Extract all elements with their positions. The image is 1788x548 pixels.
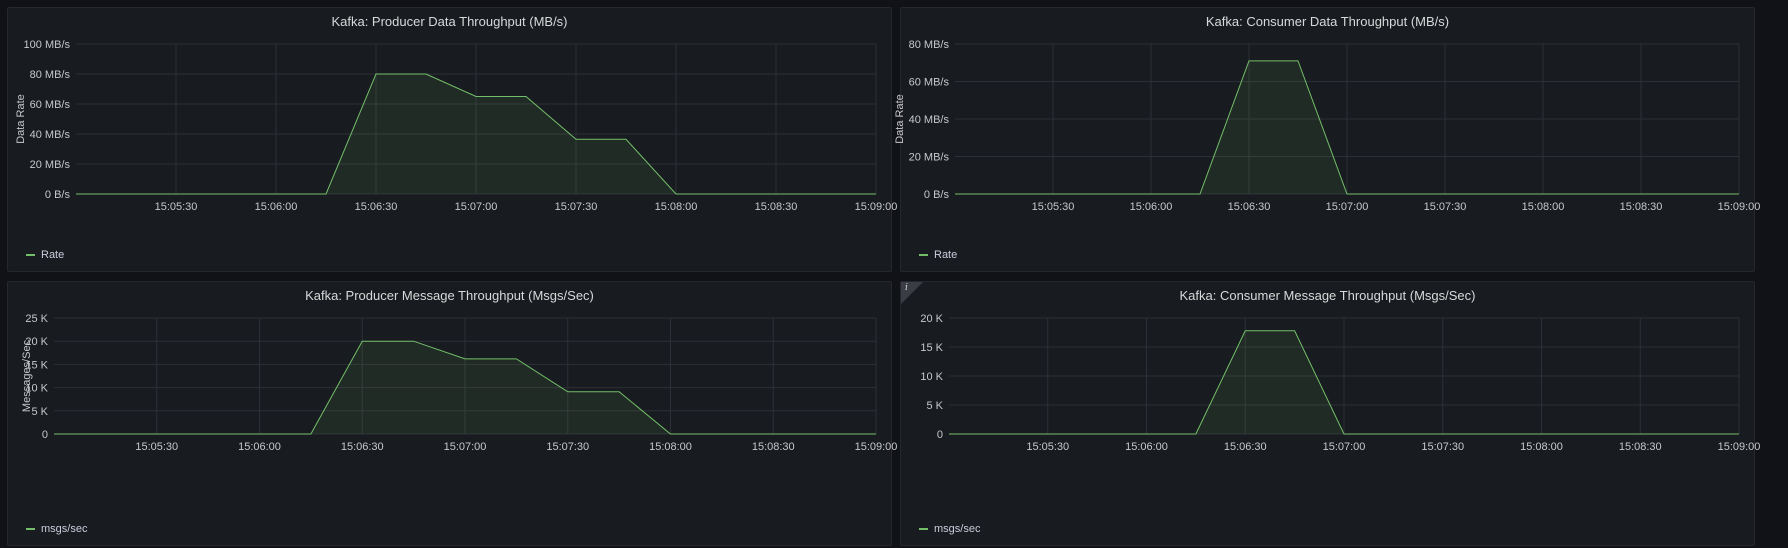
producer-message-throughput-chart: 05 K10 K15 K20 K25 K15:05:30 15:06:00 15:0…	[21, 313, 897, 453]
y-tick-label: 0	[42, 429, 48, 441]
x-tick-label: 15:07:30	[1421, 441, 1464, 453]
y-tick-label: 20 MB/s	[909, 152, 950, 164]
consumer-data-throughput-panel: Kafka: Consumer Data Throughput (MB/s) 0…	[894, 7, 1760, 272]
x-tick-label: 15:07:00	[455, 201, 498, 213]
legend-swatch	[26, 528, 35, 530]
chart-legend[interactable]: msgs/sec	[919, 523, 980, 535]
x-tick-label: 15:07:30	[1424, 201, 1467, 213]
y-tick-label: 100 MB/s	[24, 39, 71, 51]
x-tick-label: 15:07:00	[1323, 441, 1366, 453]
y-tick-label: 20 MB/s	[30, 159, 71, 171]
x-tick-label: 15:06:30	[1228, 201, 1271, 213]
legend-label: Rate	[934, 249, 958, 261]
legend-swatch	[26, 254, 35, 256]
legend-swatch	[919, 254, 928, 256]
y-tick-label: 40 MB/s	[909, 114, 950, 126]
y-tick-label: 10 K	[920, 371, 943, 383]
x-tick-label: 15:07:00	[444, 441, 487, 453]
y-tick-label: 40 MB/s	[30, 129, 71, 141]
consumer-message-throughput-panel: i Kafka: Consumer Message Throughput (Ms…	[900, 281, 1760, 546]
x-tick-label: 15:08:30	[752, 441, 795, 453]
chart-legend[interactable]: msgs/sec	[26, 523, 87, 535]
x-tick-label: 15:05:30	[1032, 201, 1075, 213]
chart-legend[interactable]: Rate	[26, 249, 64, 261]
y-tick-label: 25 K	[25, 313, 48, 325]
legend-label: Rate	[41, 249, 65, 261]
y-tick-label: 15 K	[920, 342, 943, 354]
x-tick-label: 15:05:30	[1026, 441, 1069, 453]
x-tick-label: 15:06:30	[355, 201, 398, 213]
y-tick-label: 80 MB/s	[909, 39, 950, 51]
y-tick-label: 60 MB/s	[30, 99, 71, 111]
x-tick-label: 15:08:00	[1522, 201, 1565, 213]
y-tick-label: 60 MB/s	[909, 77, 950, 89]
y-tick-label: 0	[937, 429, 943, 441]
x-tick-label: 15:09:00	[855, 441, 898, 453]
x-tick-label: 15:07:30	[555, 201, 598, 213]
x-tick-label: 15:06:00	[255, 201, 298, 213]
x-tick-label: 15:08:00	[1520, 441, 1563, 453]
x-tick-label: 15:08:00	[649, 441, 692, 453]
x-tick-label: 15:05:30	[135, 441, 178, 453]
y-tick-label: 80 MB/s	[30, 69, 71, 81]
x-tick-label: 15:06:00	[238, 441, 281, 453]
x-tick-label: 15:09:00	[1718, 201, 1761, 213]
y-tick-label: 5 K	[31, 406, 48, 418]
chart-legend[interactable]: Rate	[919, 249, 957, 261]
y-tick-label: 20 K	[920, 313, 943, 325]
x-tick-label: 15:08:00	[655, 201, 698, 213]
x-tick-label: 15:08:30	[1620, 201, 1663, 213]
y-tick-label: 0 B/s	[45, 189, 71, 201]
y-tick-label: 5 K	[926, 400, 943, 412]
x-tick-label: 15:06:30	[1224, 441, 1267, 453]
x-tick-label: 15:09:00	[855, 201, 898, 213]
legend-label: msgs/sec	[934, 523, 981, 535]
consumer-data-throughput-chart: 0 B/s 20 MB/s 40 MB/s 60 MB/s 80 MB/s 15:05:3…	[894, 39, 1760, 213]
y-axis-label: Data Rate	[15, 94, 27, 144]
producer-message-throughput-panel: Kafka: Producer Message Throughput (Msgs…	[7, 281, 897, 546]
legend-swatch	[919, 528, 928, 530]
producer-data-throughput-chart: 0 B/s 20 MB/s 40 MB/s 60 MB/s 80 MB/s 100 MB/…	[15, 39, 897, 213]
y-tick-label: 0 B/s	[924, 189, 950, 201]
consumer-message-throughput-chart: 0 5 K 10 K 15 K 20 K 15:05:30 15:06:00 15:06:30…	[920, 313, 1760, 453]
x-tick-label: 15:06:30	[341, 441, 384, 453]
x-tick-label: 15:08:30	[1619, 441, 1662, 453]
x-tick-label: 15:07:00	[1326, 201, 1369, 213]
x-tick-label: 15:06:00	[1130, 201, 1173, 213]
x-tick-label: 15:09:00	[1718, 441, 1761, 453]
x-tick-label: 15:05:30	[155, 201, 198, 213]
x-tick-label: 15:08:30	[755, 201, 798, 213]
legend-label: msgs/sec	[41, 523, 88, 535]
y-axis-label: Data Rate	[894, 94, 906, 144]
producer-data-throughput-panel: Kafka: Producer Data Throughput (MB/s) 0…	[7, 7, 897, 272]
x-tick-label: 15:07:30	[546, 441, 589, 453]
y-axis-label: Messages/Sec	[21, 339, 33, 412]
x-tick-label: 15:06:00	[1125, 441, 1168, 453]
